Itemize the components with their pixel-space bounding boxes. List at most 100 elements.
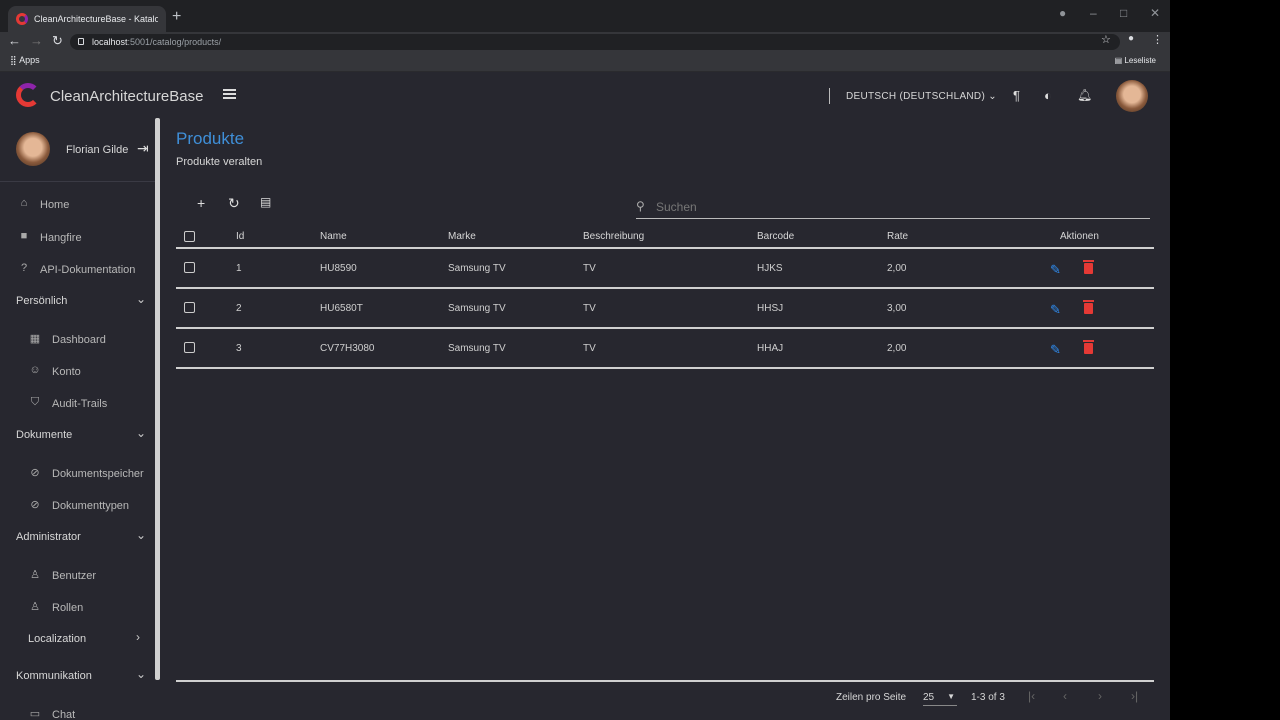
sidebar-item-chat[interactable]: ▭ Chat bbox=[0, 704, 155, 720]
sidebar-item-label: Home bbox=[40, 199, 70, 211]
edit-icon[interactable]: ✎ bbox=[1050, 302, 1061, 318]
forward-icon[interactable]: → bbox=[30, 33, 43, 48]
rows-per-page-label: Zeilen pro Seite bbox=[836, 692, 907, 703]
sidebar-item-roles[interactable]: ♙ Rollen bbox=[0, 597, 155, 619]
sidebar-item-document-types[interactable]: ⊘ Dokumenttypen bbox=[0, 495, 155, 517]
refresh-icon[interactable]: ↻ bbox=[228, 195, 240, 212]
person-icon: ♙ bbox=[30, 601, 40, 613]
delete-icon[interactable] bbox=[1083, 260, 1094, 274]
column-header-rate[interactable]: Rate bbox=[887, 231, 908, 242]
reading-list-button[interactable]: ▤ Leseliste bbox=[1115, 56, 1156, 65]
notification-bell-icon[interactable]: 🔔︎ bbox=[1077, 88, 1092, 102]
url-field[interactable]: localhost:5001/catalog/products/ bbox=[70, 34, 1120, 50]
url-host: localhost bbox=[92, 37, 128, 47]
sidebar-scrollbar[interactable] bbox=[155, 118, 160, 680]
next-page-icon[interactable]: › bbox=[1098, 689, 1102, 703]
edit-icon[interactable]: ✎ bbox=[1050, 262, 1061, 278]
select-all-checkbox[interactable] bbox=[184, 231, 195, 242]
first-page-icon[interactable]: |‹ bbox=[1028, 689, 1035, 703]
sidebar-item-audit-trails[interactable]: ⛉ Audit-Trails bbox=[0, 393, 155, 415]
delete-icon[interactable] bbox=[1083, 300, 1094, 314]
column-header-id[interactable]: Id bbox=[236, 231, 244, 242]
table-row[interactable]: 3 CV77H3080 Samsung TV TV HHAJ 2,00 ✎ bbox=[176, 329, 1154, 369]
sidebar-group-communication[interactable]: Kommunikation ⌄ bbox=[0, 665, 155, 687]
products-table: Id Name Marke Beschreibung Barcode Rate … bbox=[176, 225, 1154, 369]
hamburger-menu-icon[interactable] bbox=[223, 89, 236, 101]
sidebar-group-documents[interactable]: Dokumente ⌄ bbox=[0, 424, 155, 446]
rows-per-page-value: 25 bbox=[923, 692, 935, 703]
column-header-barcode[interactable]: Barcode bbox=[757, 231, 794, 242]
row-checkbox[interactable] bbox=[184, 342, 195, 353]
chevron-right-icon: › bbox=[136, 630, 140, 644]
profile-dot-icon[interactable]: ● bbox=[1059, 6, 1066, 20]
last-page-icon[interactable]: ›| bbox=[1131, 689, 1138, 703]
column-header-brand[interactable]: Marke bbox=[448, 231, 476, 242]
sidebar-group-label: Localization bbox=[28, 633, 87, 645]
column-header-name[interactable]: Name bbox=[320, 231, 347, 242]
sidebar-group-localization[interactable]: Localization › bbox=[0, 628, 155, 650]
maximize-icon[interactable]: □ bbox=[1120, 6, 1127, 20]
sidebar-group-label: Dokumente bbox=[16, 429, 73, 441]
reload-icon[interactable]: ↻ bbox=[52, 33, 63, 49]
edit-icon[interactable]: ✎ bbox=[1050, 342, 1061, 358]
back-icon[interactable]: ← bbox=[8, 33, 21, 48]
sidebar-item-users[interactable]: ♙ Benutzer bbox=[0, 565, 155, 587]
sidebar-item-label: Hangfire bbox=[40, 232, 82, 244]
column-header-description[interactable]: Beschreibung bbox=[583, 231, 644, 242]
browser-tab[interactable]: CleanArchitectureBase - Katalog bbox=[8, 6, 166, 32]
cell-description: TV bbox=[583, 343, 596, 354]
sidebar-item-label: Dokumentspeicher bbox=[52, 468, 144, 480]
chevron-down-icon: ⌄ bbox=[136, 667, 147, 681]
add-icon[interactable]: + bbox=[197, 195, 205, 211]
sidebar-item-hangfire[interactable]: ■ Hangfire bbox=[0, 227, 155, 249]
sidebar-item-account[interactable]: ☺ Konto bbox=[0, 361, 155, 383]
logout-icon[interactable]: ⇥ bbox=[137, 140, 149, 157]
page-subtitle: Produkte veralten bbox=[176, 156, 263, 168]
sidebar-item-api-docs[interactable]: ? API-Dokumentation bbox=[0, 259, 155, 281]
app-title[interactable]: CleanArchitectureBase bbox=[50, 88, 203, 105]
new-tab-icon[interactable]: + bbox=[172, 8, 181, 26]
search-input[interactable] bbox=[656, 200, 1136, 214]
apps-bookmark[interactable]: ⣿ Apps bbox=[10, 55, 40, 66]
sidebar-item-label: Benutzer bbox=[52, 570, 97, 582]
close-window-icon[interactable]: ✕ bbox=[1150, 6, 1160, 20]
export-document-icon[interactable]: ▤ bbox=[260, 195, 271, 209]
right-to-left-icon[interactable]: ¶ bbox=[1013, 88, 1020, 103]
user-avatar[interactable] bbox=[16, 132, 50, 166]
user-name: Florian Gilde bbox=[66, 144, 129, 156]
chat-icon: ▭ bbox=[29, 708, 41, 720]
row-checkbox[interactable] bbox=[184, 262, 195, 273]
sidebar-group-administrator[interactable]: Administrator ⌄ bbox=[0, 526, 155, 548]
sidebar-item-document-store[interactable]: ⊘ Dokumentspeicher bbox=[0, 463, 155, 485]
profile-icon[interactable]: ● bbox=[1128, 33, 1134, 44]
theme-toggle-icon[interactable]: ◐ bbox=[1044, 88, 1052, 103]
chevron-down-icon: ⌄ bbox=[988, 91, 997, 102]
table-row[interactable]: 2 HU6580T Samsung TV TV HHSJ 3,00 ✎ bbox=[176, 289, 1154, 329]
cell-name: HU6580T bbox=[320, 303, 363, 314]
previous-page-icon[interactable]: ‹ bbox=[1063, 689, 1067, 703]
dashboard-icon: ▦ bbox=[29, 333, 41, 345]
sidebar-item-dashboard[interactable]: ▦ Dashboard bbox=[0, 329, 155, 351]
rows-per-page-select[interactable]: 25 ▼ bbox=[923, 692, 957, 706]
language-selector[interactable]: DEUTSCH (DEUTSCHLAND) ⌄ bbox=[846, 91, 997, 102]
bookmark-star-icon[interactable]: ☆ bbox=[1101, 33, 1111, 46]
address-bar-row: ← → ↻ localhost:5001/catalog/products/ ☆… bbox=[0, 32, 1170, 52]
account-icon: ☺ bbox=[29, 364, 41, 376]
sidebar-item-label: Audit-Trails bbox=[52, 398, 108, 410]
browser-menu-icon[interactable]: ⋮ bbox=[1152, 33, 1163, 46]
table-row[interactable]: 1 HU8590 Samsung TV TV HJKS 2,00 ✎ bbox=[176, 249, 1154, 289]
sidebar-item-home[interactable]: ⌂ Home bbox=[0, 194, 155, 216]
page-title: Produkte bbox=[176, 129, 245, 148]
sidebar-item-label: Konto bbox=[52, 366, 81, 378]
minimize-icon[interactable]: – bbox=[1090, 6, 1097, 20]
row-checkbox[interactable] bbox=[184, 302, 195, 313]
table-header-row: Id Name Marke Beschreibung Barcode Rate … bbox=[176, 225, 1154, 249]
sidebar-group-label: Kommunikation bbox=[16, 670, 92, 682]
delete-icon[interactable] bbox=[1083, 340, 1094, 354]
paperclip-icon: ⊘ bbox=[30, 499, 40, 511]
tab-title: CleanArchitectureBase - Katalog bbox=[34, 14, 158, 24]
shield-icon: ⛉ bbox=[30, 396, 40, 408]
pagination-range: 1-3 of 3 bbox=[971, 692, 1005, 703]
avatar[interactable] bbox=[1116, 80, 1148, 112]
sidebar-group-personal[interactable]: Persönlich ⌄ bbox=[0, 290, 155, 312]
